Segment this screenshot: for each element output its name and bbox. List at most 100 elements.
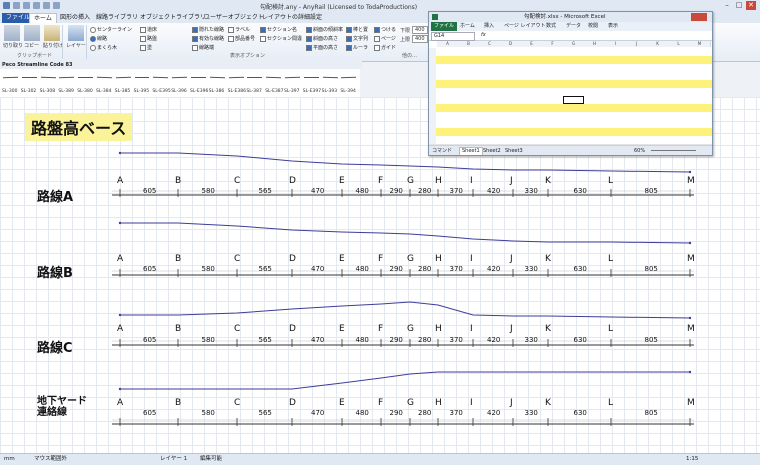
library-item-label[interactable]: SL-387 bbox=[246, 89, 262, 94]
excel-sheet-tab-1[interactable]: Sheet1 bbox=[459, 147, 483, 155]
excel-column-header[interactable]: F bbox=[542, 41, 564, 47]
tab-insert-shape[interactable]: 図形の挿入 bbox=[56, 13, 94, 23]
check-part-number[interactable]: 部品番号 bbox=[228, 35, 255, 42]
library-track-piece[interactable] bbox=[284, 76, 300, 79]
excel-tab-home[interactable]: ホーム bbox=[457, 22, 478, 31]
excel-column-header[interactable]: K bbox=[647, 41, 669, 47]
library-item-label[interactable]: SL-300 bbox=[2, 89, 18, 94]
copy-button-label[interactable]: コピー bbox=[24, 42, 39, 49]
library-track-piece[interactable] bbox=[134, 77, 150, 78]
check-flat-height[interactable]: 平面の高さ bbox=[306, 44, 338, 51]
excel-column-header[interactable]: E bbox=[521, 41, 543, 47]
library-item-label[interactable]: SL-397 bbox=[284, 89, 300, 94]
library-item-label[interactable]: SL-E386 bbox=[228, 89, 246, 94]
lower-limit-input[interactable]: 400 bbox=[412, 26, 428, 34]
library-track-piece[interactable] bbox=[21, 77, 37, 78]
tab-object-library[interactable]: オブジェクトライブラリ bbox=[136, 13, 210, 23]
library-track-piece[interactable] bbox=[2, 76, 18, 79]
excel-tab-page-layout[interactable]: ページ レイアウト bbox=[501, 22, 549, 31]
excel-column-header[interactable]: L bbox=[668, 41, 690, 47]
library-item-label[interactable]: SL-395 bbox=[134, 89, 150, 94]
copy-icon[interactable] bbox=[24, 25, 40, 41]
excel-selected-cell[interactable] bbox=[563, 96, 584, 104]
excel-column-header[interactable]: G bbox=[563, 41, 585, 47]
excel-zoom-slider[interactable] bbox=[651, 150, 696, 151]
excel-window[interactable]: 勾配検討.xlsx - Microsoft Excel ファイル ホーム 挿入 … bbox=[428, 11, 713, 156]
layer-icon[interactable] bbox=[68, 25, 84, 41]
excel-tab-review[interactable]: 校閲 bbox=[585, 22, 601, 31]
check-section-name[interactable]: セクション名 bbox=[260, 26, 297, 33]
library-track-piece[interactable] bbox=[59, 76, 75, 79]
library-track-piece[interactable] bbox=[153, 76, 169, 79]
library-track-piece[interactable] bbox=[191, 77, 206, 78]
library-track-piece[interactable] bbox=[303, 77, 319, 78]
check-guide[interactable]: ガイド bbox=[374, 44, 396, 51]
check-ballast[interactable]: 道床 bbox=[140, 26, 157, 33]
library-item-label[interactable]: SL-389 bbox=[58, 89, 74, 94]
excel-column-header[interactable]: C bbox=[479, 41, 501, 47]
library-item-label[interactable]: SL-396 bbox=[171, 89, 187, 94]
excel-column-header[interactable]: I bbox=[605, 41, 627, 47]
excel-sheet-tab-2[interactable]: Sheet2 bbox=[483, 146, 501, 155]
upper-limit-input[interactable]: 400 bbox=[412, 35, 428, 43]
check-ruler[interactable]: ルーラ bbox=[346, 44, 368, 51]
excel-name-box[interactable]: G14 bbox=[431, 32, 475, 41]
tab-track-library[interactable]: 線路ライブラリ bbox=[92, 13, 142, 23]
check-label[interactable]: ラベル bbox=[228, 26, 250, 33]
check-valid-track[interactable]: 有効な線路 bbox=[192, 35, 224, 42]
excel-column-header[interactable]: M bbox=[689, 41, 711, 47]
excel-column-header[interactable]: A bbox=[437, 41, 459, 47]
library-track-piece[interactable] bbox=[266, 76, 281, 79]
excel-row[interactable] bbox=[429, 136, 712, 145]
excel-tab-formulas[interactable]: 数式 bbox=[543, 22, 559, 31]
check-roadbed[interactable]: 路盤 bbox=[140, 35, 157, 42]
excel-column-header[interactable]: B bbox=[458, 41, 480, 47]
excel-sheet-tab-3[interactable]: Sheet3 bbox=[505, 146, 523, 155]
radio-centerline[interactable]: センターライン bbox=[90, 26, 132, 33]
library-item-label[interactable]: SL-386 bbox=[209, 89, 225, 94]
library-item-label[interactable]: SL-385 bbox=[115, 89, 131, 94]
library-track-piece[interactable] bbox=[96, 76, 112, 79]
minimize-button[interactable]: – bbox=[722, 1, 732, 10]
excel-tab-file[interactable]: ファイル bbox=[431, 22, 458, 31]
check-hidden-track[interactable]: 隠れた線路 bbox=[192, 26, 224, 33]
library-track-piece[interactable] bbox=[322, 76, 338, 79]
excel-grid[interactable]: ABCDEFGHIJKLM bbox=[429, 41, 712, 145]
radio-sleepers[interactable]: まくら木 bbox=[90, 44, 117, 51]
new-icon[interactable] bbox=[13, 2, 20, 9]
maximize-button[interactable]: □ bbox=[734, 1, 744, 10]
library-item-label[interactable]: SL-302 bbox=[21, 89, 37, 94]
cut-button-label[interactable]: 切り取り bbox=[3, 42, 23, 49]
library-item-label[interactable]: SL-393 bbox=[322, 89, 338, 94]
excel-column-header[interactable]: H bbox=[584, 41, 606, 47]
check-track-end[interactable]: 線路端 bbox=[192, 44, 214, 51]
open-icon[interactable] bbox=[23, 2, 30, 9]
library-track-piece[interactable] bbox=[247, 77, 263, 78]
excel-close-button[interactable] bbox=[691, 13, 707, 21]
library-track-piece[interactable] bbox=[78, 77, 93, 78]
tab-layout-settings[interactable]: レイアウトの詳細設定 bbox=[258, 13, 326, 23]
check-attach[interactable]: つける bbox=[374, 26, 396, 33]
library-track-piece[interactable] bbox=[228, 76, 244, 79]
library-item-label[interactable]: SL-384 bbox=[96, 89, 112, 94]
library-item-label[interactable]: SL-E387 bbox=[265, 89, 283, 94]
undo-icon[interactable] bbox=[43, 2, 50, 9]
library-track-piece[interactable] bbox=[209, 76, 225, 79]
excel-formula-icon[interactable]: fx bbox=[481, 31, 486, 40]
library-track-piece[interactable] bbox=[172, 76, 187, 79]
library-track-piece[interactable] bbox=[40, 76, 56, 79]
excel-tab-data[interactable]: データ bbox=[563, 22, 584, 31]
library-item-label[interactable]: SL-E396 bbox=[190, 89, 208, 94]
library-item-label[interactable]: SL-E395 bbox=[152, 89, 170, 94]
paste-button-label[interactable]: 貼り付け bbox=[43, 42, 63, 49]
save-icon[interactable] bbox=[33, 2, 40, 9]
close-button[interactable]: ✕ bbox=[746, 1, 756, 10]
check-pole[interactable]: 棒と置 bbox=[346, 26, 368, 33]
redo-icon[interactable] bbox=[53, 2, 60, 9]
library-track-piece[interactable] bbox=[115, 76, 131, 79]
check-section-error[interactable]: セクション間違 bbox=[260, 35, 302, 42]
cut-icon[interactable] bbox=[4, 25, 20, 41]
check-text[interactable]: 文字列 bbox=[346, 35, 368, 42]
excel-column-header[interactable]: D bbox=[500, 41, 522, 47]
library-item-label[interactable]: SL-308 bbox=[40, 89, 56, 94]
